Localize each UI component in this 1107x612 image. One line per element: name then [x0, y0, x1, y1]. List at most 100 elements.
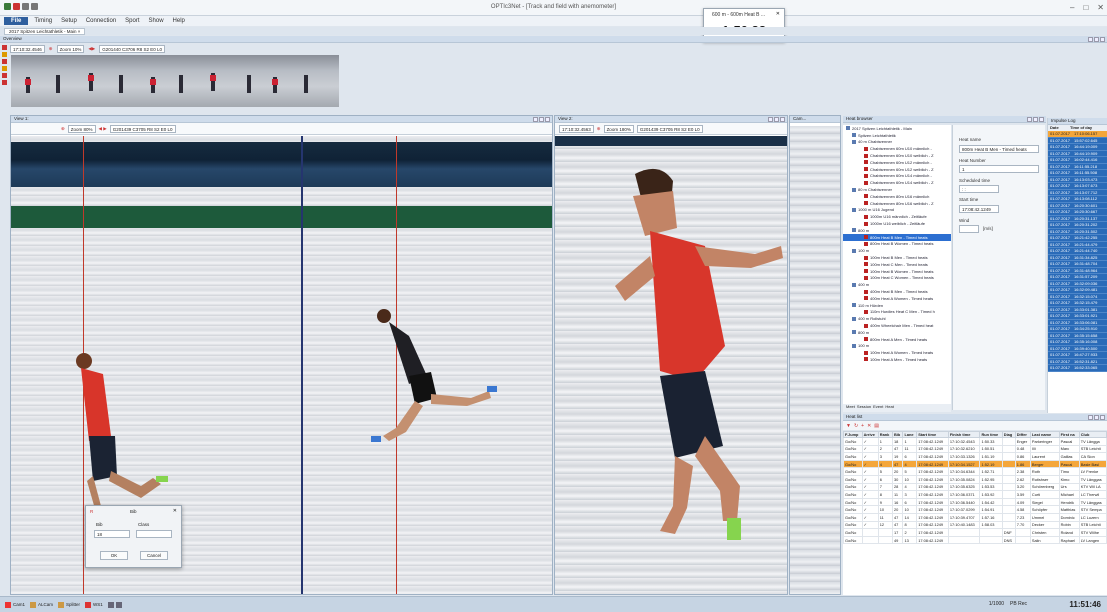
view2-zoom[interactable]: Zoom 180%	[603, 124, 634, 133]
tree-item[interactable]: 100m Heat C Men - Timed heats	[843, 261, 951, 268]
table-cell[interactable]: ✓	[861, 497, 879, 507]
table-cell[interactable]	[861, 528, 879, 537]
tree-item[interactable]: 40 m Chabisrenner	[843, 139, 951, 146]
view2-photofinish[interactable]	[555, 136, 787, 594]
table-cell[interactable]: ✓	[861, 520, 879, 530]
table-row[interactable]: Go/No ✓ 4 47 4 17:08:42.1249 17:10:34.1527 1:52…	[843, 459, 1107, 469]
table-cell[interactable]: ✓	[861, 505, 879, 514]
table-row[interactable]: Go/No ✓ 7 28 4 17:08:42.1249 17:10:35.6325 1:53…	[843, 482, 1107, 492]
tree-item[interactable]: 2017 Spitzen Leichtathletik - Main	[843, 125, 951, 132]
filter-icon[interactable]: ▼	[846, 423, 851, 429]
table-row[interactable]: Go/No ✓ 8 11 3 17:08:42.1249 17:10:36.0371 1:53…	[843, 490, 1107, 499]
zoom-icon[interactable]: ⊕	[597, 126, 601, 132]
tree-item[interactable]: 1000m U16 männlich - Zeitläufe	[843, 213, 951, 220]
panel-min-icon[interactable]	[1088, 415, 1093, 420]
tree-item[interactable]: 400 m Rollstuhl	[843, 315, 951, 322]
refresh-icon[interactable]: ↻	[854, 423, 858, 429]
zoom-icon[interactable]: ⊕	[61, 126, 65, 132]
table-row[interactable]: Go/No ✓ 6 30 10 17:08:42.1249 17:10:35.0824 1:5…	[843, 474, 1107, 484]
zoom-icon[interactable]: ⊕	[49, 46, 53, 52]
view1-zoom[interactable]: Zoom 80%	[67, 124, 96, 133]
panel-min-icon[interactable]	[1088, 37, 1093, 42]
table-cell[interactable]: Go/No	[843, 482, 863, 492]
impulse-row[interactable]: 01.07.2017 16:52:33.065	[1048, 365, 1107, 372]
panel-close-icon[interactable]	[1100, 415, 1105, 420]
tree-item[interactable]: 100m Heat C Women - Timed heats	[843, 275, 951, 282]
table-row[interactable]: Go/No ✓ 10 20 10 17:08:42.1249 17:10:37.0299 1:…	[843, 505, 1107, 514]
minimize-button[interactable]: –	[1070, 3, 1074, 12]
tab-meet[interactable]: Meet	[846, 404, 855, 412]
table-row[interactable]: Go/No 17 2 17:08:42.1249 DNF Christen Roland ST…	[843, 528, 1107, 537]
tree-item[interactable]: 100 m	[843, 343, 951, 350]
table-cell[interactable]: Go/No	[843, 467, 863, 476]
add-icon[interactable]: +	[861, 423, 864, 429]
panel-max-icon[interactable]	[1094, 37, 1099, 42]
menu-connection[interactable]: Connection	[86, 18, 116, 24]
tree-item[interactable]: Chabisrennen 60m U14 männlich -	[843, 173, 951, 180]
table-cell[interactable]: ✓	[861, 482, 879, 492]
tree-item[interactable]: Chabisrennen 80m U16 männlich	[843, 193, 951, 200]
panel-max-icon[interactable]	[539, 117, 544, 122]
taskbar-ws1[interactable]: WS1	[85, 601, 103, 608]
view2-time-field[interactable]: 17:10:32.4563	[559, 124, 594, 133]
table-row[interactable]: Go/No ✓ 11 47 14 17:08:42.1249 17:10:39.4707 1:…	[843, 512, 1107, 522]
wind-field[interactable]	[959, 225, 979, 233]
heat-name-field[interactable]: 800m Heat B Men - Timed heats	[959, 145, 1039, 153]
bib-input[interactable]: 18	[94, 530, 130, 538]
table-cell[interactable]: ✓	[861, 474, 879, 484]
tool-icon[interactable]	[2, 73, 7, 78]
table-row[interactable]: Go/No 49 13 17:08:42.1249 DNS Salin Raphael LV …	[843, 535, 1107, 545]
tree-item[interactable]: Spitzen Leichtathletik	[843, 132, 951, 139]
tree-item[interactable]: 1000m U16 weiblich - Zeitläufe	[843, 220, 951, 227]
table-cell[interactable]: ✓	[861, 512, 879, 522]
table-row[interactable]: Go/No ✓ 2 47 11 17:08:42.1249 17:10:32.6210 1:5…	[843, 444, 1107, 454]
tree-item[interactable]: 800m Heat B Men - Timed heats	[843, 233, 951, 241]
tab-heat[interactable]: Heat	[885, 404, 893, 412]
taskbar-cam1[interactable]: Cam1	[5, 601, 25, 608]
menu-file[interactable]: File	[4, 17, 29, 25]
panel-close-icon[interactable]	[1100, 37, 1105, 42]
tree-item[interactable]: Chabisrennen 60m U10 männlich -	[843, 145, 951, 152]
tree-item[interactable]: 100m Heat B Women - Timed heats	[843, 268, 951, 275]
table-cell[interactable]: Go/No	[843, 474, 863, 484]
tree-item[interactable]: 100m Heat A Men - Timed heats	[843, 356, 951, 363]
panel-close-icon[interactable]	[780, 117, 785, 122]
table-cell[interactable]: ✓	[861, 444, 879, 454]
tree-item[interactable]: 80 m Chabisrenner	[843, 186, 951, 193]
cancel-button[interactable]: Cancel	[140, 551, 168, 560]
dialog-close-icon[interactable]: ✕	[173, 508, 177, 514]
table-cell[interactable]: Go/No	[843, 452, 863, 461]
taskbar-grid[interactable]	[107, 601, 122, 608]
tree-item[interactable]: Chabisrennen 60m U14 weiblich - Z	[843, 179, 951, 186]
tool-icon[interactable]	[2, 59, 7, 64]
panel-min-icon[interactable]	[768, 117, 773, 122]
menu-show[interactable]: Show	[149, 18, 164, 24]
menu-help[interactable]: Help	[173, 18, 185, 24]
close-button[interactable]: ✕	[1097, 3, 1104, 12]
panel-close-icon[interactable]	[545, 117, 550, 122]
ok-button[interactable]: OK	[100, 551, 128, 560]
table-cell[interactable]: Go/No	[843, 459, 863, 469]
table-row[interactable]: Go/No ✓ 3 19 6 17:08:42.1249 17:10:33.1326 1:51…	[843, 452, 1107, 461]
overview-zoom[interactable]: Zoom 10%	[56, 44, 85, 53]
document-tab[interactable]: 2017 Spitzen Leichtathletik - Main ×	[4, 27, 86, 35]
table-cell[interactable]: ✓	[861, 490, 879, 499]
tab-session[interactable]: Session	[857, 404, 871, 412]
tree-item[interactable]: 400m Wheelchair Men - Timed heat	[843, 322, 951, 329]
scheduled-field[interactable]: : :	[959, 185, 999, 193]
table-row[interactable]: Go/No ✓ 1 18 1 17:08:42.1249 17:10:32.4543 1:50…	[843, 437, 1107, 446]
tree-item[interactable]: Chabisrennen 60m U12 männlich -	[843, 159, 951, 166]
panel-min-icon[interactable]	[1027, 117, 1032, 122]
table-cell[interactable]	[861, 535, 879, 545]
table-cell[interactable]: Go/No	[843, 512, 863, 522]
table-row[interactable]: Go/No ✓ 9 16 6 17:08:42.1249 17:10:36.5440 1:54…	[843, 497, 1107, 507]
table-cell[interactable]: ✓	[861, 467, 879, 476]
panel-min-icon[interactable]	[533, 117, 538, 122]
panel-max-icon[interactable]	[1094, 415, 1099, 420]
tool-icon[interactable]	[2, 80, 7, 85]
overview-strip[interactable]	[11, 55, 339, 107]
tree-item[interactable]: Chabisrennen 80m U16 weiblich - Z	[843, 200, 951, 207]
table-cell[interactable]: ✓	[861, 452, 879, 461]
start-time-field[interactable]: 17:08:42.1249	[959, 205, 999, 213]
tree-item[interactable]: Chabisrennen 60m U10 weiblich - Z	[843, 152, 951, 159]
